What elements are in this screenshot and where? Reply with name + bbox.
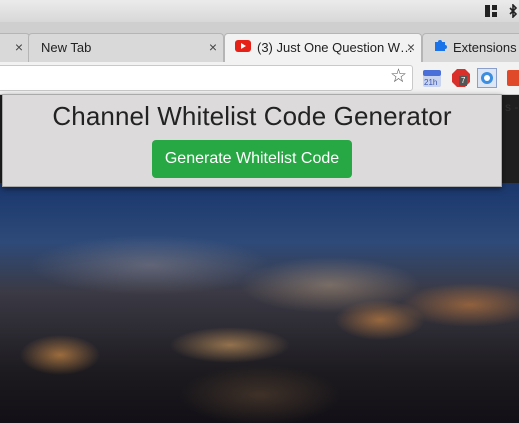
menu-bar (0, 0, 519, 22)
tab-title: New Tab (41, 39, 92, 55)
tab-new-tab[interactable]: New Tab × (28, 33, 224, 62)
calendar-extension-icon[interactable]: 21h (422, 68, 442, 88)
popup-title: Channel Whitelist Code Generator (52, 101, 452, 131)
generate-whitelist-button[interactable]: Generate Whitelist Code (151, 140, 353, 178)
adblock-extension-icon[interactable]: 7 (451, 68, 471, 88)
browser-toolbar: ☆ 21h 7 (0, 62, 519, 95)
tab-extensions[interactable]: Extensions (422, 33, 519, 62)
window-tiling-icon[interactable] (484, 4, 498, 18)
tab-close-button[interactable]: × (15, 34, 23, 60)
extension-badge: 7 (459, 76, 468, 86)
puzzle-icon (433, 35, 447, 61)
bookmark-star-icon[interactable]: ☆ (390, 67, 407, 86)
youtube-extension-icon[interactable] (507, 68, 519, 88)
address-bar[interactable] (0, 65, 413, 91)
tab-close-button[interactable]: × (407, 34, 415, 60)
bookmark-text: s - (505, 100, 519, 114)
tab-strip: × New Tab × (3) Just One Question W… × E… (0, 22, 519, 62)
extension-popup: Channel Whitelist Code Generator Generat… (2, 94, 502, 187)
tab-0[interactable]: × (0, 33, 30, 62)
tab-youtube-video[interactable]: (3) Just One Question W… × (224, 33, 422, 62)
bluetooth-icon[interactable] (506, 3, 519, 19)
tab-title: Extensions (453, 39, 517, 55)
tab-title: (3) Just One Question W… (257, 39, 414, 55)
youtube-icon (235, 35, 251, 61)
tab-close-button[interactable]: × (209, 34, 217, 60)
whitelist-extension-icon[interactable] (477, 68, 497, 88)
extension-badge: 21h (424, 78, 438, 87)
